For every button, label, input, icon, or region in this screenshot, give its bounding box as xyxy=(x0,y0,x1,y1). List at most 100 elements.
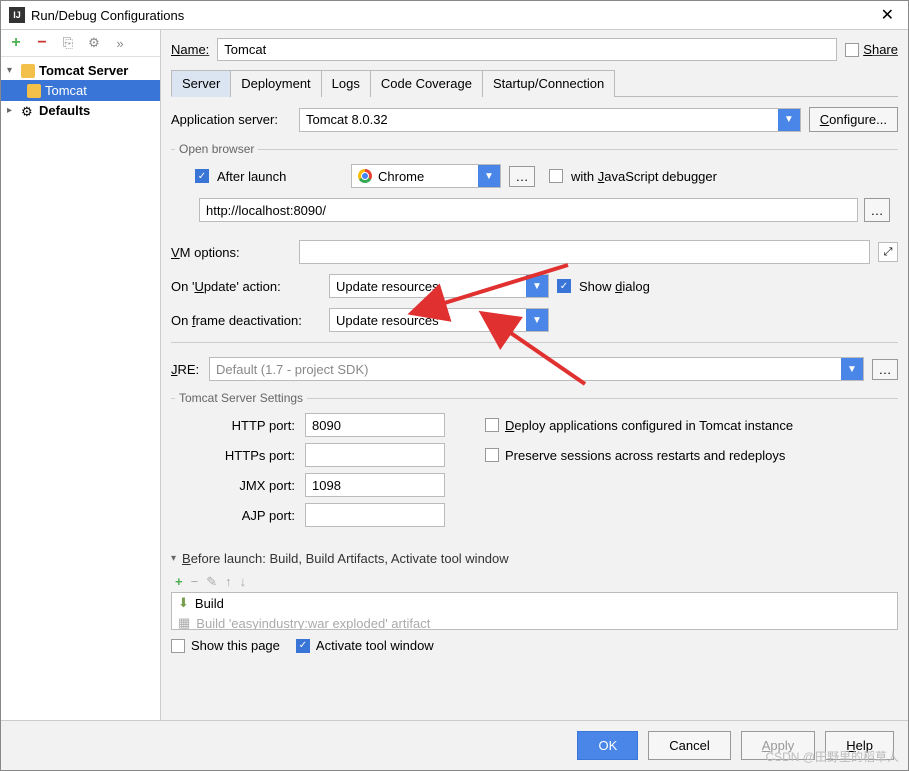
deploy-checkbox[interactable] xyxy=(485,418,499,432)
separator xyxy=(171,342,898,343)
before-launch-toolbar: + − ✎ ↑ ↓ xyxy=(171,572,898,592)
apply-button[interactable]: Apply xyxy=(741,731,816,760)
url-browse-button[interactable]: … xyxy=(864,198,890,222)
before-launch-section: Before launch: Build, Build Artifacts, A… xyxy=(171,551,898,653)
list-item-label: Build xyxy=(195,596,224,611)
browser-more-button[interactable]: … xyxy=(509,166,535,187)
list-item[interactable]: ⬇ Build xyxy=(172,593,897,613)
after-launch-checkbox[interactable] xyxy=(195,169,209,183)
titlebar: IJ Run/Debug Configurations ✕ xyxy=(1,1,908,30)
chevron-down-icon: ▼ xyxy=(478,165,500,187)
name-input[interactable] xyxy=(217,38,837,61)
tree-tomcat-server[interactable]: Tomcat Server xyxy=(1,61,160,80)
dialog-window: IJ Run/Debug Configurations ✕ + − ⎘ ⚙ » … xyxy=(0,0,909,771)
add-icon[interactable]: + xyxy=(7,34,25,52)
frame-select[interactable]: Update resources ▼ xyxy=(329,308,549,332)
name-row: Name: Share xyxy=(171,38,898,61)
vm-input[interactable] xyxy=(299,240,870,264)
bl-add-icon[interactable]: + xyxy=(175,574,183,590)
app-server-select[interactable]: Tomcat 8.0.32 ▼ xyxy=(299,108,801,132)
bl-remove-icon[interactable]: − xyxy=(191,574,199,590)
before-launch-list[interactable]: ⬇ Build ▦ Build 'easyindustry:war explod… xyxy=(171,592,898,630)
ajp-port-label: AJP port: xyxy=(195,508,295,523)
bl-down-icon[interactable]: ↓ xyxy=(240,574,247,590)
close-icon[interactable]: ✕ xyxy=(875,5,900,25)
settings-icon[interactable]: ⚙ xyxy=(85,34,103,52)
tree-defaults[interactable]: ⚙ Defaults xyxy=(1,101,160,120)
configure-button[interactable]: Configure... xyxy=(809,107,898,132)
after-launch-label: After launch xyxy=(217,169,337,184)
select-value: Update resources xyxy=(330,313,526,328)
expand-icon[interactable]: » xyxy=(111,34,129,52)
tree-label: Defaults xyxy=(39,103,90,118)
window-title: Run/Debug Configurations xyxy=(31,8,184,23)
select-value: Update resources xyxy=(330,279,526,294)
show-dialog-label: Show dialog xyxy=(579,279,699,294)
show-dialog-checkbox[interactable] xyxy=(557,279,571,293)
open-browser-legend: Open browser xyxy=(175,142,258,156)
app-icon: IJ xyxy=(9,7,25,23)
left-toolbar: + − ⎘ ⚙ » xyxy=(1,30,160,57)
activate-checkbox[interactable] xyxy=(296,639,310,653)
app-server-label: Application server: xyxy=(171,112,291,127)
https-port-label: HTTPs port: xyxy=(195,448,295,463)
ok-button[interactable]: OK xyxy=(577,731,638,760)
defaults-icon: ⚙ xyxy=(21,104,35,118)
chevron-down-icon: ▼ xyxy=(526,309,548,331)
share-checkbox[interactable] xyxy=(845,43,859,57)
tab-logs[interactable]: Logs xyxy=(321,70,371,97)
remove-icon[interactable]: − xyxy=(33,34,51,52)
after-launch-row: After launch Chrome ▼ … with JavaScript … xyxy=(195,164,894,188)
list-item-label: Build 'easyindustry:war exploded' artifa… xyxy=(196,616,430,631)
bl-edit-icon[interactable]: ✎ xyxy=(206,574,217,590)
tomcat-settings-legend: Tomcat Server Settings xyxy=(175,391,307,405)
copy-icon[interactable]: ⎘ xyxy=(59,34,77,52)
build-icon: ⬇ xyxy=(178,595,189,611)
show-page-checkbox[interactable] xyxy=(171,639,185,653)
http-port-input[interactable] xyxy=(305,413,445,437)
before-launch-title: Before launch: Build, Build Artifacts, A… xyxy=(182,551,509,566)
dialog-footer: OK Cancel Apply Help xyxy=(1,720,908,770)
list-item[interactable]: ▦ Build 'easyindustry:war exploded' arti… xyxy=(172,613,897,630)
tab-server[interactable]: Server xyxy=(171,70,231,97)
tomcat-icon xyxy=(27,84,41,98)
preserve-label: Preserve sessions across restarts and re… xyxy=(505,448,785,463)
update-label: On 'Update' action: xyxy=(171,279,321,294)
frame-label: On frame deactivation: xyxy=(171,313,321,328)
expand-field-icon[interactable]: ⤢ xyxy=(878,242,898,262)
tree-tomcat-child[interactable]: Tomcat xyxy=(1,80,160,101)
browser-select[interactable]: Chrome ▼ xyxy=(351,164,501,188)
tab-deployment[interactable]: Deployment xyxy=(230,70,321,97)
cancel-button[interactable]: Cancel xyxy=(648,731,730,760)
jre-select[interactable]: Default (1.7 - project SDK) ▼ xyxy=(209,357,864,381)
vm-label: VM options: xyxy=(171,245,291,260)
help-button[interactable]: Help xyxy=(825,731,894,760)
show-page-label: Show this page xyxy=(191,638,280,653)
jmx-port-input[interactable] xyxy=(305,473,445,497)
open-browser-group: Open browser After launch Chrome ▼ … wit… xyxy=(171,142,898,230)
deploy-row: Deploy applications configured in Tomcat… xyxy=(485,418,894,433)
preserve-checkbox[interactable] xyxy=(485,448,499,462)
name-label: Name: xyxy=(171,42,209,57)
jre-row: JRE: Default (1.7 - project SDK) ▼ … xyxy=(171,357,898,381)
activate-label: Activate tool window xyxy=(316,638,434,653)
chevron-down-icon: ▼ xyxy=(778,109,800,131)
bl-up-icon[interactable]: ↑ xyxy=(225,574,232,590)
url-input[interactable] xyxy=(199,198,858,222)
tree-label: Tomcat xyxy=(45,83,87,98)
tab-startup[interactable]: Startup/Connection xyxy=(482,70,615,97)
tab-code-coverage[interactable]: Code Coverage xyxy=(370,70,483,97)
tree-label: Tomcat Server xyxy=(39,63,128,78)
share-label: Share xyxy=(863,42,898,57)
tomcat-settings-group: Tomcat Server Settings HTTP port: Deploy… xyxy=(171,391,898,531)
https-port-input[interactable] xyxy=(305,443,445,467)
js-debugger-label: with JavaScript debugger xyxy=(571,169,717,184)
app-server-row: Application server: Tomcat 8.0.32 ▼ Conf… xyxy=(171,107,898,132)
tomcat-icon xyxy=(21,64,35,78)
js-debugger-checkbox[interactable] xyxy=(549,169,563,183)
before-launch-header[interactable]: Before launch: Build, Build Artifacts, A… xyxy=(171,551,898,566)
jre-browse-button[interactable]: … xyxy=(872,359,898,380)
ajp-port-input[interactable] xyxy=(305,503,445,527)
chevron-down-icon: ▼ xyxy=(526,275,548,297)
update-select[interactable]: Update resources ▼ xyxy=(329,274,549,298)
